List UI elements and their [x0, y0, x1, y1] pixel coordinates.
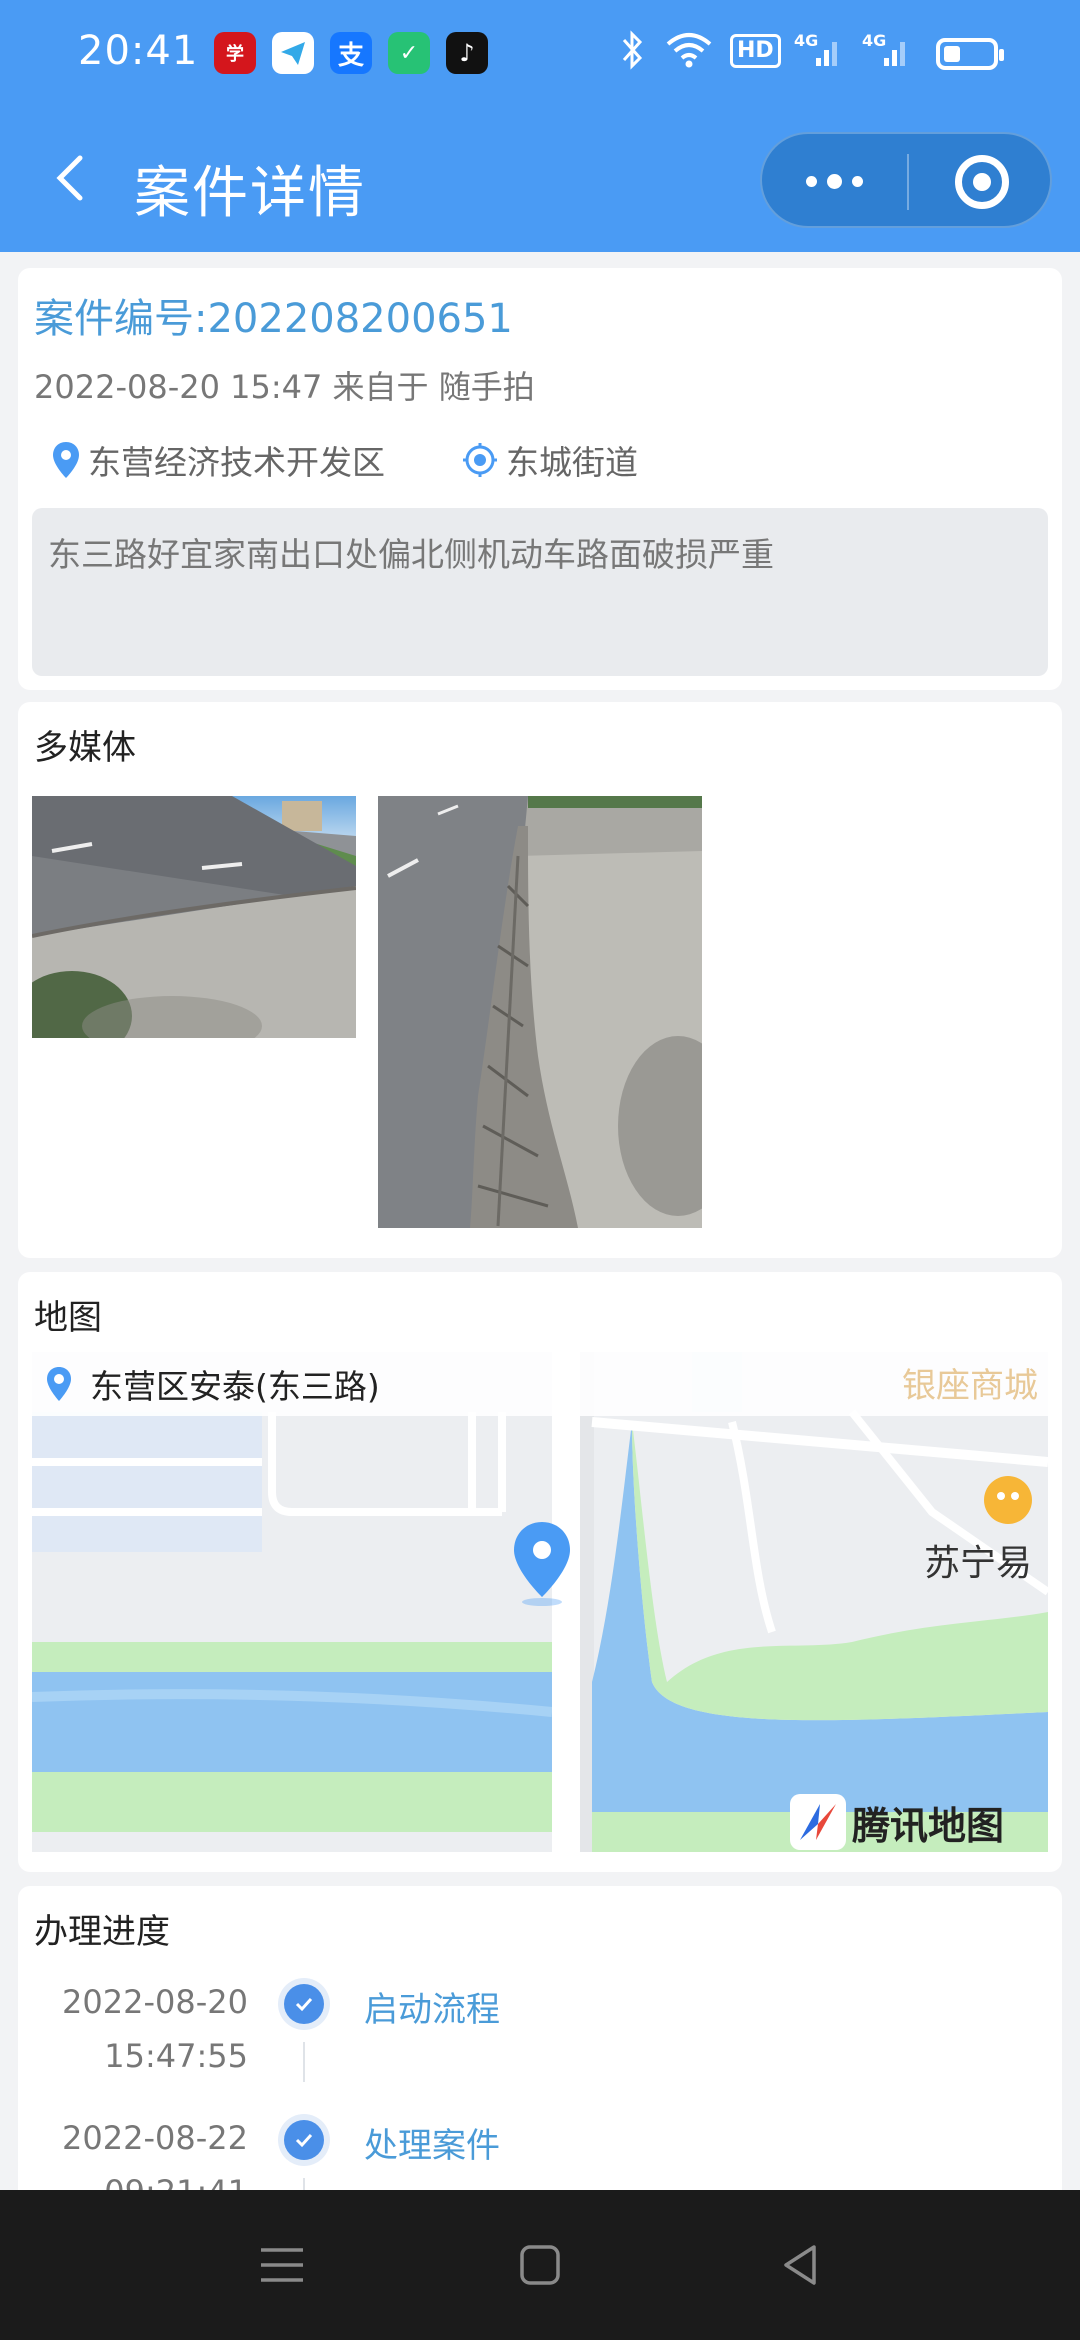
district-location: 东营经济技术开发区 — [52, 436, 385, 484]
chevron-left-icon[interactable] — [44, 150, 100, 206]
case-info-card: 案件编号:202208200651 2022-08-20 15:47 来自于 随… — [18, 268, 1062, 690]
tencent-map-brand: 腾讯地图 — [790, 1794, 1004, 1850]
case-meta: 2022-08-20 15:47 来自于 随手拍 — [34, 368, 535, 406]
telegram-like-app-icon — [272, 32, 314, 74]
poi-label-suning: 苏宁易 — [924, 1543, 1033, 1584]
case-description: 东三路好宜家南出口处偏北侧机动车路面破损严重 — [32, 508, 1048, 676]
wechat-mini-app-icon: ✓ — [388, 32, 430, 74]
location-pin-icon — [47, 1367, 71, 1401]
map-title: 地图 — [34, 1298, 102, 1338]
road-photo-1[interactable] — [32, 796, 356, 1038]
svg-text:4G: 4G — [862, 31, 886, 50]
district-label: 东营经济技术开发区 — [88, 443, 385, 482]
bluetooth-icon — [618, 30, 646, 78]
signal-2-icon: 4G — [862, 30, 910, 78]
map-address: 东营区安泰(东三路) — [90, 1367, 380, 1406]
wifi-icon — [664, 30, 714, 78]
tencent-map-logo-icon — [790, 1794, 846, 1850]
location-pin-icon — [53, 442, 79, 478]
back-triangle-icon[interactable] — [770, 2235, 830, 2295]
status-bar: 20:41 学 支 ✓ ♪ HD 4G 4G — [0, 0, 1080, 108]
case-number: 案件编号:202208200651 — [34, 296, 513, 342]
map-address-bar: 东营区安泰(东三路) — [32, 1352, 1048, 1416]
menu-icon[interactable] — [252, 2235, 312, 2295]
poi-label-mall: 银座商城 — [902, 1366, 1038, 1406]
progress-title: 办理进度 — [34, 1912, 170, 1952]
page-title: 案件详情 — [134, 161, 366, 226]
progress-card: 办理进度 2022-08-20 15:47:55 启动流程 2022-08-22… — [18, 1886, 1062, 2211]
step-2-label[interactable]: 处理案件 — [364, 2118, 500, 2167]
road-photo-2[interactable] — [378, 796, 702, 1228]
status-time: 20:41 — [78, 28, 199, 74]
step-1-date: 2022-08-20 — [62, 1983, 248, 2021]
svg-text:4G: 4G — [794, 31, 818, 50]
hd-badge: HD — [730, 34, 781, 68]
brand-label: 腾讯地图 — [852, 1803, 1005, 1848]
step-1-time: 15:47:55 — [104, 2037, 248, 2075]
timeline-connector — [303, 2042, 305, 2082]
media-title: 多媒体 — [34, 728, 136, 768]
street-location: 东城街道 — [462, 436, 638, 484]
step-2-check-icon — [278, 2114, 330, 2166]
douyin-app-icon: ♪ — [446, 32, 488, 74]
alipay-app-icon: 支 — [330, 32, 372, 74]
battery-icon — [936, 38, 1004, 70]
map-card: 地图 东营区安泰(东三路) 银座商城 苏宁易 腾讯地图 — [18, 1272, 1062, 1872]
step-2-date: 2022-08-22 — [62, 2119, 248, 2157]
target-location-icon — [463, 443, 497, 477]
signal-1-icon: 4G — [794, 30, 842, 78]
miniprogram-capsule — [760, 132, 1052, 228]
step-1-check-icon — [278, 1978, 330, 2030]
map-view[interactable]: 东营区安泰(东三路) 银座商城 苏宁易 腾讯地图 — [32, 1352, 1048, 1852]
xuexi-app-icon: 学 — [214, 32, 256, 74]
nav-bar: 案件详情 — [0, 108, 1080, 252]
target-close-icon[interactable] — [909, 134, 1054, 230]
media-card: 多媒体 — [18, 702, 1062, 1258]
system-nav-bar — [0, 2190, 1080, 2340]
more-dots-icon[interactable] — [762, 134, 907, 230]
street-label: 东城街道 — [506, 443, 638, 482]
step-1-label[interactable]: 启动流程 — [364, 1982, 500, 2031]
home-square-icon[interactable] — [510, 2235, 570, 2295]
top-header: 20:41 学 支 ✓ ♪ HD 4G 4G 案件详情 — [0, 0, 1080, 252]
